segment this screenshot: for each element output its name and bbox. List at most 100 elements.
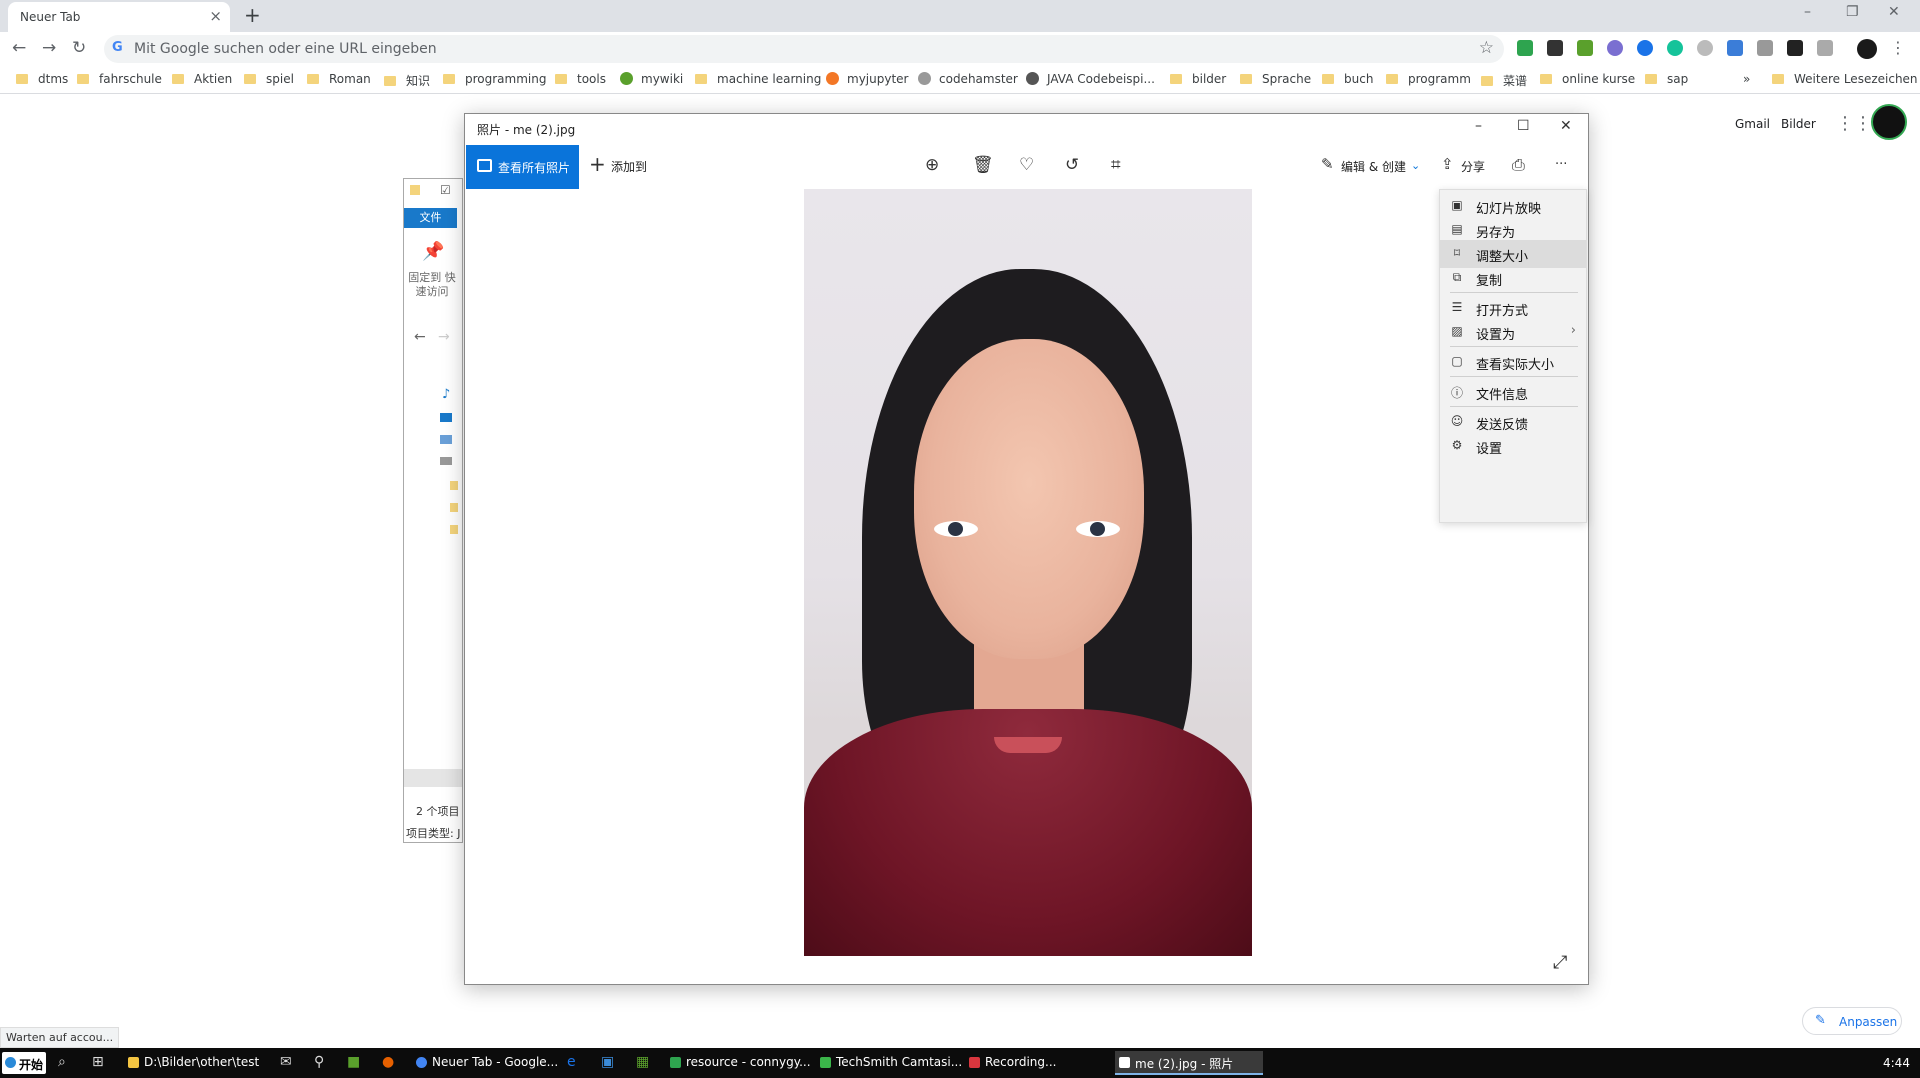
extension-icon[interactable] <box>1607 40 1623 56</box>
taskbar-item-resource[interactable]: resource - connygy... <box>666 1051 811 1075</box>
bookmark-folder[interactable]: tools <box>555 72 606 86</box>
view-all-photos-button[interactable]: 查看所有照片 <box>466 145 579 189</box>
pin-icon[interactable]: 📌 <box>422 241 444 262</box>
taskbar-item-camtasia[interactable]: TechSmith Camtasi... <box>816 1051 962 1075</box>
taskbar-item-photos[interactable]: me (2).jpg - 照片 <box>1115 1051 1263 1075</box>
close-icon[interactable]: ✕ <box>1560 118 1572 134</box>
back-icon[interactable]: ← <box>12 38 26 58</box>
zoom-icon[interactable]: ⊕ <box>925 155 939 175</box>
fullscreen-icon[interactable]: ⤢ <box>1553 952 1567 973</box>
restore-icon[interactable]: ❐ <box>1846 4 1859 20</box>
search-icon[interactable]: ⌕ <box>58 1054 66 1070</box>
taskbar-item-recording[interactable]: Recording... <box>965 1051 1107 1075</box>
close-icon[interactable]: ✕ <box>1888 4 1900 20</box>
app-icon[interactable]: ▣ <box>601 1054 614 1070</box>
menu-item-file-info[interactable]: ⓘ 文件信息 <box>1440 378 1586 406</box>
bookmark-folder[interactable]: machine learning <box>695 72 821 86</box>
print-icon[interactable]: ⎙ <box>1512 155 1525 175</box>
maximize-icon[interactable]: ☐ <box>1517 118 1530 134</box>
minimize-icon[interactable]: – <box>1475 118 1482 134</box>
file-tab[interactable]: 文件 <box>404 208 457 228</box>
bookmark-link[interactable]: myjupyter <box>826 72 908 86</box>
music-icon[interactable]: ♪ <box>442 387 450 402</box>
tab-close-icon[interactable]: × <box>209 7 222 25</box>
extension-icon[interactable] <box>1757 40 1773 56</box>
app-icon[interactable]: ▦ <box>636 1054 649 1070</box>
add-to-button[interactable]: 添加到 <box>611 158 647 175</box>
favorite-icon[interactable]: ♡ <box>1019 155 1034 175</box>
grammarly-extension-icon[interactable] <box>1667 40 1683 56</box>
evernote-extension-icon[interactable] <box>1517 40 1533 56</box>
plus-icon[interactable]: + <box>589 152 606 176</box>
edit-create-button[interactable]: 编辑 & 创建 <box>1341 158 1406 175</box>
menu-item-copy[interactable]: ⧉ 复制 <box>1440 264 1586 292</box>
app-icon[interactable]: ■ <box>347 1054 360 1070</box>
profile-avatar[interactable] <box>1857 39 1877 59</box>
bookmark-folder[interactable]: Roman <box>307 72 371 86</box>
firefox-icon[interactable]: ● <box>382 1054 394 1070</box>
bookmark-folder[interactable]: Aktien <box>172 72 232 86</box>
app-icon[interactable]: ⚲ <box>314 1054 324 1070</box>
notion-extension-icon[interactable] <box>1787 40 1803 56</box>
desktop-icon[interactable] <box>440 413 452 422</box>
menu-item-settings[interactable]: ⚙ 设置 <box>1440 432 1586 460</box>
bookmark-folder[interactable]: dtms <box>16 72 68 86</box>
images-link[interactable]: Bilder <box>1781 117 1816 131</box>
other-bookmarks[interactable]: Weitere Lesezeichen <box>1772 72 1918 86</box>
crop-icon[interactable]: ⌗ <box>1111 155 1121 175</box>
menu-item-set-as[interactable]: ▨ 设置为 › <box>1440 318 1586 346</box>
gmail-link[interactable]: Gmail <box>1735 117 1770 131</box>
customize-button[interactable]: ✎ Anpassen <box>1802 1007 1902 1035</box>
folder-icon[interactable] <box>450 481 458 490</box>
folder-icon[interactable] <box>450 525 458 534</box>
share-icon[interactable]: ⇪ <box>1441 155 1454 173</box>
omnibox[interactable]: G Mit Google suchen oder eine URL eingeb… <box>104 35 1504 63</box>
share-button[interactable]: 分享 <box>1461 158 1485 175</box>
chrome-menu-icon[interactable]: ⋮ <box>1890 38 1906 57</box>
bookmark-link[interactable]: JAVA Codebeispi... <box>1026 72 1155 86</box>
bookmark-link[interactable]: codehamster <box>918 72 1018 86</box>
download-extension-icon[interactable] <box>1547 40 1563 56</box>
task-view-icon[interactable]: ⊞ <box>92 1054 104 1070</box>
bookmark-folder[interactable]: fahrschule <box>77 72 162 86</box>
bookmark-folder[interactable]: programming <box>443 72 546 86</box>
edit-create-icon[interactable]: ✎ <box>1321 155 1334 173</box>
bookmark-folder[interactable]: online kurse <box>1540 72 1635 86</box>
taskbar-item-explorer[interactable]: D:\Bilder\other\test <box>124 1051 274 1075</box>
bookmark-star-icon[interactable]: ☆ <box>1479 38 1494 58</box>
bookmark-folder[interactable]: bilder <box>1170 72 1226 86</box>
reload-icon[interactable]: ↻ <box>72 38 86 58</box>
back-icon[interactable]: ← <box>414 329 426 345</box>
extension-icon[interactable] <box>1817 40 1833 56</box>
bookmark-folder[interactable]: 菜谱 <box>1481 72 1527 89</box>
sheets-extension-icon[interactable] <box>1577 40 1593 56</box>
rotate-icon[interactable]: ↺ <box>1065 155 1079 175</box>
forward-icon[interactable]: → <box>42 38 56 58</box>
bookmarks-overflow-icon[interactable]: » <box>1743 72 1750 86</box>
new-tab-button[interactable]: + <box>244 3 261 27</box>
bookmark-folder[interactable]: spiel <box>244 72 294 86</box>
compass-extension-icon[interactable] <box>1637 40 1653 56</box>
bookmark-folder[interactable]: buch <box>1322 72 1373 86</box>
taskbar-item-chrome[interactable]: Neuer Tab - Google... <box>412 1051 558 1075</box>
forward-icon[interactable]: → <box>438 329 450 345</box>
menu-item-actual-size[interactable]: ▢ 查看实际大小 <box>1440 348 1586 376</box>
extension-icon[interactable] <box>1697 40 1713 56</box>
iq-extension-icon[interactable] <box>1727 40 1743 56</box>
edge-icon[interactable]: e <box>567 1054 576 1070</box>
bookmark-link[interactable]: mywiki <box>620 72 683 86</box>
delete-icon[interactable]: 🗑 <box>972 155 994 175</box>
tab-neuer-tab[interactable]: Neuer Tab × <box>8 2 230 32</box>
start-button[interactable]: 开始 <box>2 1052 46 1074</box>
google-account-avatar[interactable] <box>1871 104 1907 140</box>
folder-icon[interactable] <box>450 503 458 512</box>
minimize-icon[interactable]: – <box>1804 4 1811 20</box>
chevron-down-icon[interactable]: ⌄ <box>1411 159 1420 172</box>
bookmark-folder[interactable]: 知识 <box>384 72 430 89</box>
drive-icon[interactable] <box>440 457 452 465</box>
bookmark-folder[interactable]: Sprache <box>1240 72 1311 86</box>
mail-icon[interactable]: ✉ <box>280 1054 292 1070</box>
bookmark-folder[interactable]: sap <box>1645 72 1688 86</box>
drive-icon[interactable] <box>440 435 452 444</box>
scrollbar[interactable] <box>404 769 462 787</box>
